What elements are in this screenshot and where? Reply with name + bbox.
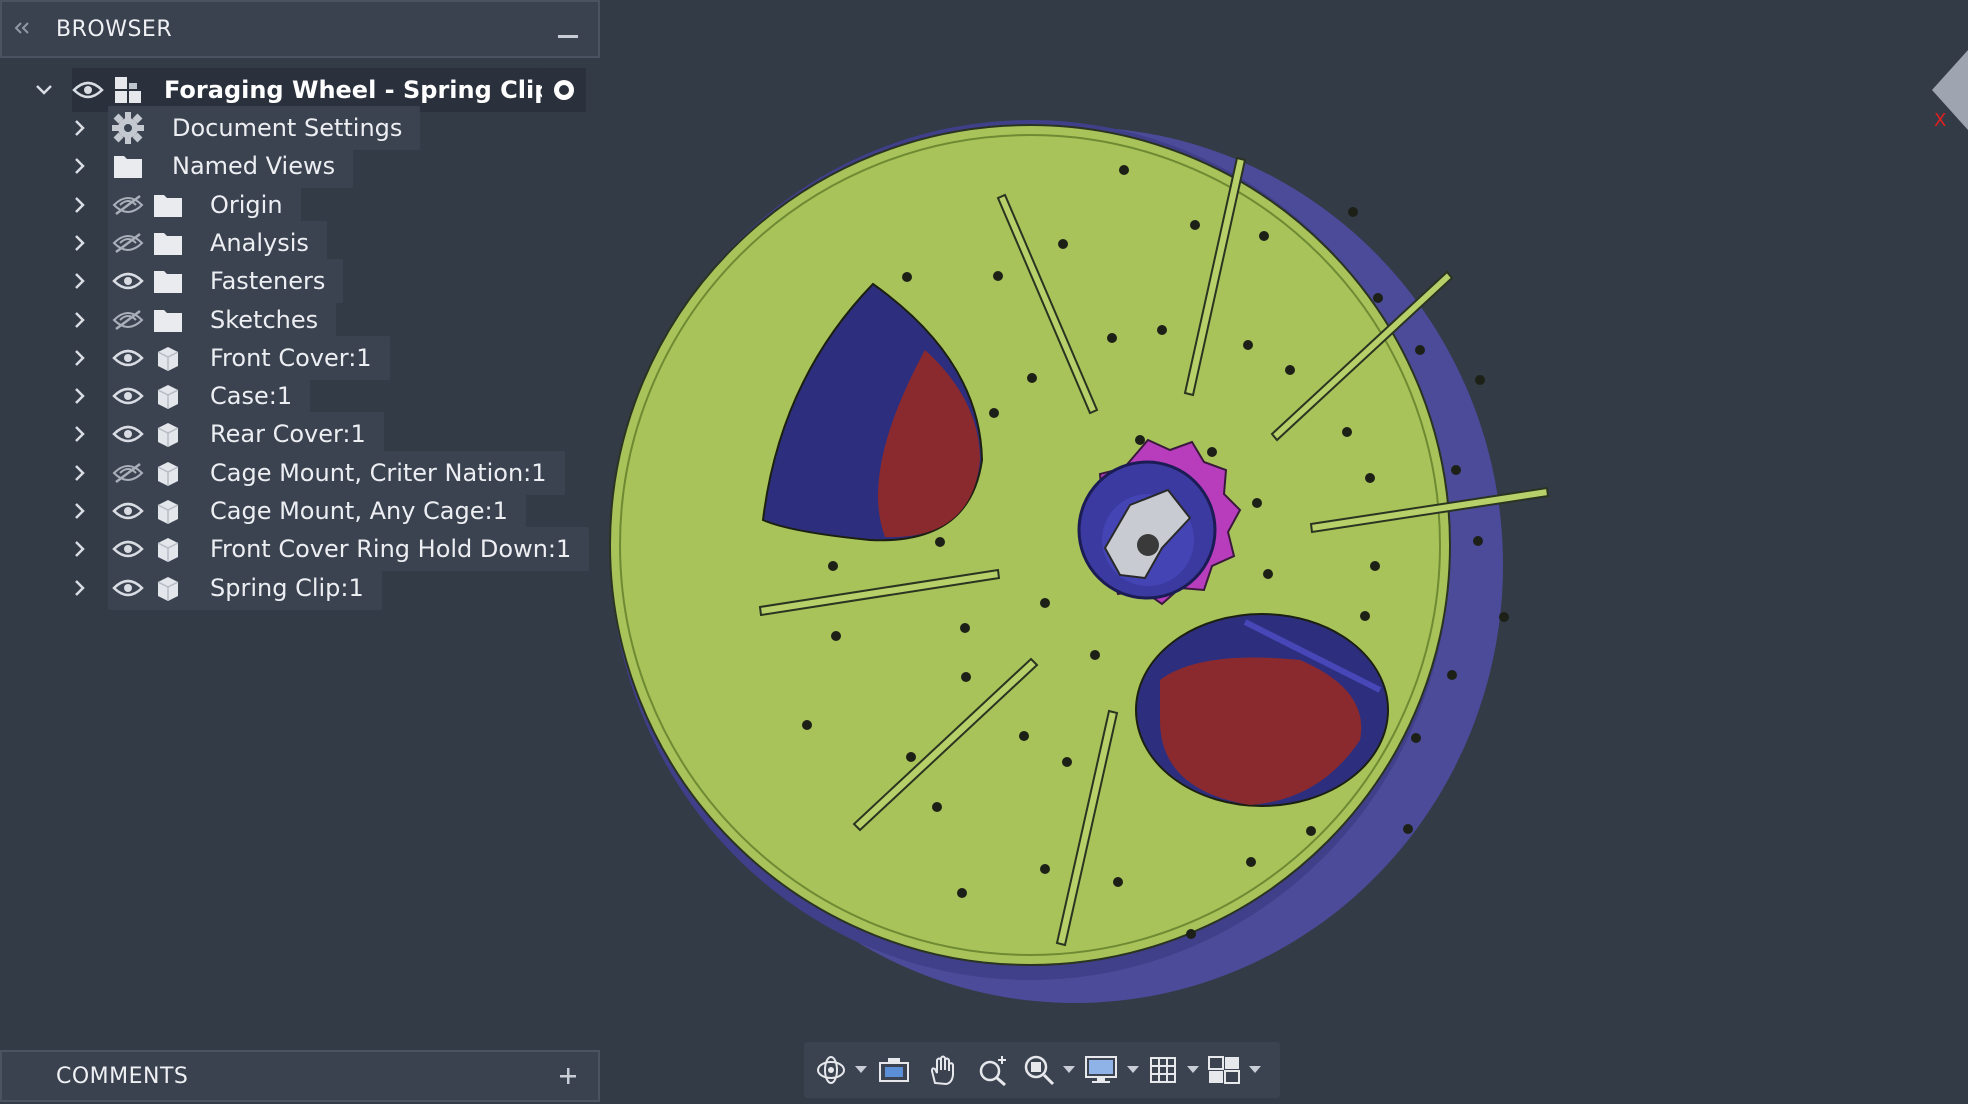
zoom-icon[interactable] bbox=[968, 1046, 1018, 1094]
tree-item-label: Analysis bbox=[210, 229, 309, 257]
chevron-right-icon[interactable] bbox=[68, 499, 92, 523]
tree-item-label: Document Settings bbox=[172, 114, 403, 142]
tree-item-label: Front Cover Ring Hold Down:1 bbox=[210, 535, 572, 563]
chevron-right-icon[interactable] bbox=[68, 576, 92, 600]
tree-item-label: Front Cover:1 bbox=[210, 344, 372, 372]
chevron-right-icon[interactable] bbox=[68, 193, 92, 217]
tree-item-label: Cage Mount, Criter Nation:1 bbox=[210, 459, 547, 487]
eye-icon[interactable] bbox=[108, 261, 148, 301]
browser-title: BROWSER bbox=[56, 16, 173, 42]
caret-down-icon[interactable] bbox=[1246, 1046, 1264, 1094]
chevron-right-icon[interactable] bbox=[68, 422, 92, 446]
tree-item-label: Cage Mount, Any Cage:1 bbox=[210, 497, 508, 525]
caret-down-icon[interactable] bbox=[1124, 1046, 1142, 1094]
grid-icon[interactable] bbox=[1142, 1046, 1184, 1094]
chevron-right-icon[interactable] bbox=[68, 154, 92, 178]
chevron-right-icon[interactable] bbox=[68, 269, 92, 293]
tree-item-box[interactable]: Spring Clip:1 bbox=[108, 566, 382, 610]
folder-icon bbox=[148, 261, 188, 301]
chevron-right-icon[interactable] bbox=[68, 384, 92, 408]
tree-item-label: Named Views bbox=[172, 152, 336, 180]
chevron-right-icon[interactable] bbox=[68, 308, 92, 332]
minus-icon[interactable] bbox=[538, 13, 598, 46]
component-icon bbox=[148, 414, 188, 454]
orbit-icon[interactable] bbox=[810, 1046, 852, 1094]
component-icon bbox=[148, 529, 188, 569]
caret-down-icon[interactable] bbox=[1060, 1046, 1078, 1094]
tree-item-label: Origin bbox=[210, 191, 283, 219]
chevron-right-icon[interactable] bbox=[68, 346, 92, 370]
chevron-right-icon[interactable] bbox=[68, 537, 92, 561]
plus-icon[interactable] bbox=[538, 1059, 598, 1094]
3d-viewport[interactable]: X bbox=[600, 0, 1968, 1104]
chevron-right-icon[interactable] bbox=[68, 231, 92, 255]
browser-panel-header: BROWSER bbox=[0, 0, 600, 58]
pan-hand-icon[interactable] bbox=[918, 1046, 968, 1094]
chevron-right-icon[interactable] bbox=[68, 116, 92, 140]
display-settings-icon[interactable] bbox=[1078, 1046, 1124, 1094]
root-label: Foraging Wheel - Spring Clip... bbox=[164, 76, 579, 104]
comments-panel: COMMENTS bbox=[0, 1050, 600, 1102]
chevron-right-icon[interactable] bbox=[68, 461, 92, 485]
fit-zoom-icon[interactable] bbox=[1018, 1046, 1060, 1094]
caret-down-icon[interactable] bbox=[852, 1046, 870, 1094]
tree-item-label: Sketches bbox=[210, 306, 319, 334]
comments-title: COMMENTS bbox=[56, 1063, 189, 1089]
eye-icon[interactable] bbox=[108, 529, 148, 569]
tree-item[interactable]: Spring Clip:1 bbox=[0, 564, 600, 612]
tree-item-label: Fasteners bbox=[210, 267, 326, 295]
double-chevron-left-icon[interactable] bbox=[2, 19, 42, 40]
eye-icon[interactable] bbox=[108, 568, 148, 608]
tree-item-label: Case:1 bbox=[210, 382, 293, 410]
folder-icon bbox=[108, 146, 148, 186]
chevron-down-icon[interactable] bbox=[32, 78, 56, 102]
navigation-toolbar bbox=[804, 1042, 1280, 1098]
model-render[interactable] bbox=[600, 0, 1968, 1104]
tree-item-label: Spring Clip:1 bbox=[210, 574, 364, 602]
viewcube[interactable]: X bbox=[1928, 50, 1968, 140]
tree-item-label: Rear Cover:1 bbox=[210, 420, 366, 448]
component-icon bbox=[148, 568, 188, 608]
look-at-icon[interactable] bbox=[870, 1046, 918, 1094]
viewports-icon[interactable] bbox=[1202, 1046, 1246, 1094]
caret-down-icon[interactable] bbox=[1184, 1046, 1202, 1094]
eye-icon[interactable] bbox=[108, 414, 148, 454]
viewcube-axis-label: X bbox=[1934, 110, 1947, 131]
